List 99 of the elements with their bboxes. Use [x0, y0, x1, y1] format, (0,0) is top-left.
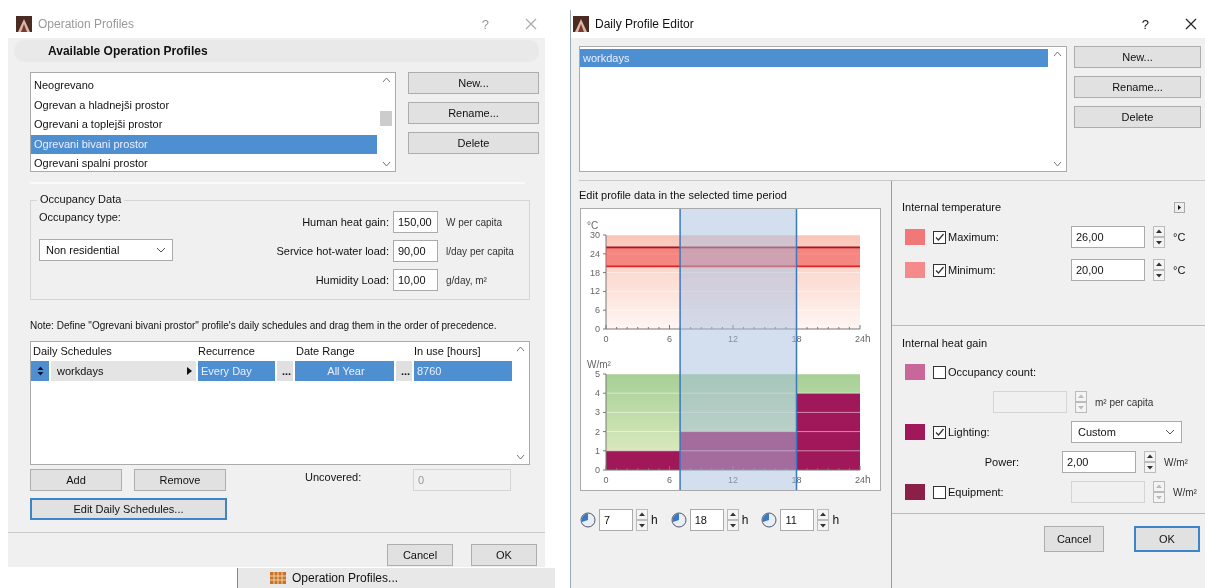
unit-label: l/day per capita — [446, 245, 514, 257]
table-cell[interactable]: workdays — [51, 361, 196, 381]
spinner-button[interactable] — [1144, 451, 1156, 473]
unit-label: h — [741, 513, 749, 527]
spinner-button[interactable] — [817, 509, 830, 531]
input-field[interactable]: 90,00 — [393, 240, 438, 262]
lighting-dropdown[interactable]: Custom — [1071, 421, 1182, 443]
column-header[interactable]: Date Range — [294, 342, 412, 361]
input-field[interactable]: 2,00 — [1062, 451, 1136, 473]
field-label: Minimum: — [948, 264, 997, 276]
field-label: Lighting: — [948, 426, 991, 438]
scroll-up-icon[interactable] — [1052, 51, 1062, 57]
list-item[interactable]: Ogrevani spalni prostor — [31, 154, 377, 174]
input-field[interactable]: 26,00 — [1071, 226, 1145, 248]
field-label: Occupancy type: — [39, 211, 122, 223]
column-header[interactable]: In use [hours] — [412, 342, 512, 361]
section-label: Internal temperature — [902, 201, 1002, 213]
column-header[interactable]: Daily Schedules — [31, 342, 196, 361]
dialog-button[interactable]: Rename... — [408, 102, 539, 124]
unit-label: h — [651, 513, 658, 527]
clock-icon — [670, 512, 687, 528]
field-label: Service hot-water load: — [275, 245, 389, 257]
input-field[interactable]: 10,00 — [393, 269, 438, 291]
field-label: Humidity Load: — [314, 274, 389, 286]
calendar-icon — [270, 572, 286, 584]
scroll-down-icon[interactable] — [381, 161, 391, 167]
spinner-button[interactable] — [636, 509, 648, 531]
edit-schedules-button[interactable]: Edit Daily Schedules... — [30, 498, 227, 520]
help-button[interactable]: ? — [1141, 16, 1149, 32]
column-header[interactable]: Recurrence — [196, 342, 294, 361]
expand-button[interactable] — [1174, 201, 1185, 213]
spinner-button[interactable] — [1153, 226, 1165, 248]
unit-label: W/m² — [1173, 486, 1197, 498]
list-item[interactable]: Ogrevan a hladnejši prostor — [31, 95, 377, 115]
table-cell: Every Day — [198, 361, 275, 381]
section-label: Internal heat gain — [902, 337, 988, 349]
table-cell: 8760 — [414, 361, 512, 381]
drag-handle[interactable] — [31, 361, 49, 381]
unit-label: g/day, m² — [446, 274, 487, 286]
section-header: Available Operation Profiles — [48, 44, 208, 58]
submenu-arrow-icon — [187, 367, 192, 375]
close-icon[interactable] — [1185, 18, 1197, 30]
unit-label: h — [832, 513, 840, 527]
input-field[interactable]: 11 — [780, 509, 815, 531]
occupancy-type-dropdown[interactable]: Non residential — [39, 239, 173, 261]
browse-button[interactable]: ... — [277, 361, 293, 381]
dialog-button[interactable]: Delete — [408, 132, 539, 154]
unit-label: °C — [1173, 264, 1186, 276]
add-button[interactable]: Add — [30, 469, 122, 491]
ok-button[interactable]: OK — [471, 544, 537, 566]
spinner-button[interactable] — [1153, 259, 1165, 281]
unit-label: °C — [1173, 231, 1186, 243]
cancel-button[interactable]: Cancel — [387, 544, 453, 566]
input-field[interactable]: 7 — [599, 509, 633, 531]
list-item[interactable]: Ogrevani a toplejši prostor — [31, 115, 377, 135]
chevron-down-icon — [1165, 429, 1175, 435]
window-title: Operation Profiles — [38, 17, 136, 31]
spinner-button[interactable] — [726, 509, 739, 531]
input-field[interactable]: 20,00 — [1071, 259, 1145, 281]
unit-label: W per capita — [446, 216, 503, 228]
field-label: Equipment: — [948, 486, 1005, 498]
field-label: Power: — [983, 456, 1020, 468]
checkbox[interactable] — [933, 263, 946, 277]
browse-button[interactable]: ... — [396, 361, 412, 381]
field-label: Human heat gain: — [301, 216, 389, 228]
scroll-up-icon[interactable] — [381, 77, 391, 83]
unit-label: m² per capita — [1095, 396, 1154, 408]
input-field[interactable]: 150,00 — [393, 211, 438, 233]
app-logo-icon — [573, 16, 589, 32]
scroll-down-icon[interactable] — [516, 454, 525, 460]
field-label: Uncovered: — [305, 471, 363, 483]
group-title: Occupancy Data — [37, 193, 125, 205]
checkbox[interactable] — [933, 230, 946, 244]
scroll-down-icon[interactable] — [1052, 161, 1062, 167]
section-label: Edit profile data in the selected time period — [579, 189, 788, 201]
field-label: Occupancy count: — [948, 366, 1038, 378]
window-title: Daily Profile Editor — [595, 17, 695, 31]
input-field[interactable]: 18 — [689, 509, 724, 531]
note-text: Note: Define "Ogrevani bivani prostor" profile's daily schedules and drag them in the order of precedence. — [30, 320, 498, 331]
dialog-button[interactable]: New... — [1074, 46, 1201, 68]
uncovered-field: 0 — [413, 469, 511, 491]
ok-button[interactable]: OK — [1134, 526, 1200, 552]
scroll-up-icon[interactable] — [516, 346, 525, 352]
dialog-button[interactable]: New... — [408, 72, 539, 94]
table-cell: All Year — [295, 361, 394, 381]
clock-icon — [761, 512, 778, 528]
unit-label: W/m² — [1164, 456, 1188, 468]
cancel-button[interactable]: Cancel — [1044, 526, 1104, 552]
app-logo-icon — [16, 16, 32, 32]
clock-icon — [580, 512, 596, 528]
scrollbar-thumb[interactable] — [380, 111, 392, 126]
list-item[interactable]: Neogrevano — [31, 76, 377, 96]
dialog-button[interactable]: Delete — [1074, 106, 1201, 128]
field-label: Maximum: — [948, 231, 1000, 243]
remove-button[interactable]: Remove — [134, 469, 226, 491]
chevron-down-icon — [156, 247, 166, 253]
checkbox[interactable] — [933, 425, 946, 439]
checkbox[interactable] — [933, 365, 946, 379]
dialog-button[interactable]: Rename... — [1074, 76, 1201, 98]
